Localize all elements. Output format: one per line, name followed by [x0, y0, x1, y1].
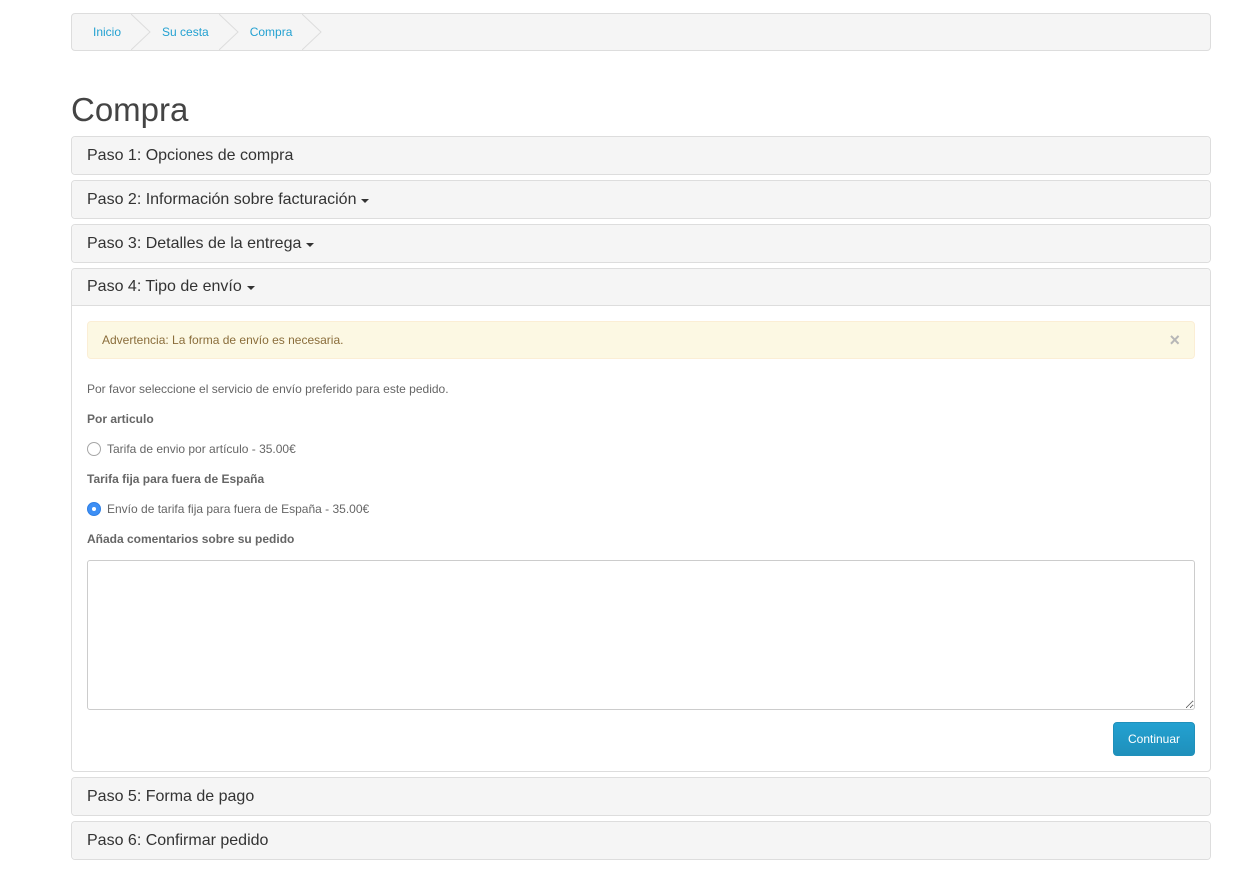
step-title: Paso 6: Confirmar pedido — [87, 831, 269, 849]
shipping-group-label: Tarifa fija para fuera de España — [87, 472, 265, 486]
step-6-heading[interactable]: Paso 6: Confirmar pedido — [72, 822, 1210, 859]
step-4-panel: Paso 4: Tipo de envío Advertencia: La fo… — [71, 268, 1211, 772]
breadcrumb-separator-icon — [131, 14, 151, 50]
step-6-panel: Paso 6: Confirmar pedido — [71, 821, 1211, 860]
step-title: Paso 3: Detalles de la entrega — [87, 234, 302, 252]
shipping-group-label: Por articulo — [87, 412, 154, 426]
breadcrumb-separator-icon — [218, 14, 239, 50]
step-title: Paso 2: Información sobre facturación — [87, 190, 357, 208]
breadcrumb-compra[interactable]: Compra — [229, 14, 323, 50]
breadcrumb-su-cesta[interactable]: Su cesta — [141, 14, 239, 50]
alert-text: Advertencia: La forma de envío es necesa… — [102, 333, 344, 347]
step-title: Paso 1: Opciones de compra — [87, 146, 294, 164]
breadcrumb-inicio[interactable]: Inicio — [72, 14, 151, 50]
caret-down-icon — [306, 242, 315, 247]
radio-button-checked[interactable] — [87, 502, 101, 516]
step-title: Paso 5: Forma de pago — [87, 787, 255, 805]
breadcrumb-label: Compra — [249, 25, 293, 39]
step-3-heading[interactable]: Paso 3: Detalles de la entrega — [72, 225, 1210, 262]
shipping-option-per-item[interactable]: Tarifa de envio por artículo - 35.00€ — [87, 442, 1195, 456]
breadcrumb-label: Inicio — [93, 25, 122, 39]
page-title: Compra — [71, 91, 189, 128]
breadcrumb: Inicio Su cesta Compra — [71, 13, 1211, 51]
shipping-option-label: Envío de tarifa fija para fuera de Españ… — [107, 502, 370, 516]
comments-textarea[interactable] — [87, 560, 1195, 710]
shipping-option-label: Tarifa de envio por artículo - 35.00€ — [107, 442, 296, 456]
radio-button[interactable] — [87, 442, 101, 456]
shipping-intro-text: Por favor seleccione el servicio de enví… — [87, 382, 449, 396]
step-4-heading[interactable]: Paso 4: Tipo de envío — [72, 269, 1210, 306]
step-2-heading[interactable]: Paso 2: Información sobre facturación — [72, 181, 1210, 218]
shipping-method-body: Advertencia: La forma de envío es necesa… — [72, 306, 1210, 771]
step-1-panel: Paso 1: Opciones de compra — [71, 136, 1211, 175]
caret-down-icon — [246, 286, 255, 290]
warning-alert: Advertencia: La forma de envío es necesa… — [87, 321, 1195, 359]
checkout-container: Inicio Su cesta Compra Compra Paso 1: Op… — [71, 13, 1211, 865]
step-2-panel: Paso 2: Información sobre facturación — [71, 180, 1211, 219]
continue-button[interactable]: Continuar — [1113, 722, 1195, 756]
step-3-panel: Paso 3: Detalles de la entrega — [71, 224, 1211, 263]
actions-row: Continuar — [87, 722, 1195, 756]
step-5-heading[interactable]: Paso 5: Forma de pago — [72, 778, 1210, 815]
shipping-option-flat-rate[interactable]: Envío de tarifa fija para fuera de Españ… — [87, 502, 1195, 516]
step-title: Paso 4: Tipo de envío — [87, 278, 242, 295]
step-1-heading[interactable]: Paso 1: Opciones de compra — [72, 137, 1210, 174]
close-icon[interactable]: × — [1169, 331, 1180, 349]
step-5-panel: Paso 5: Forma de pago — [71, 777, 1211, 816]
caret-down-icon — [361, 198, 370, 203]
breadcrumb-separator-icon — [302, 14, 323, 50]
comments-label: Añada comentarios sobre su pedido — [87, 532, 295, 546]
breadcrumb-label: Su cesta — [162, 25, 209, 39]
